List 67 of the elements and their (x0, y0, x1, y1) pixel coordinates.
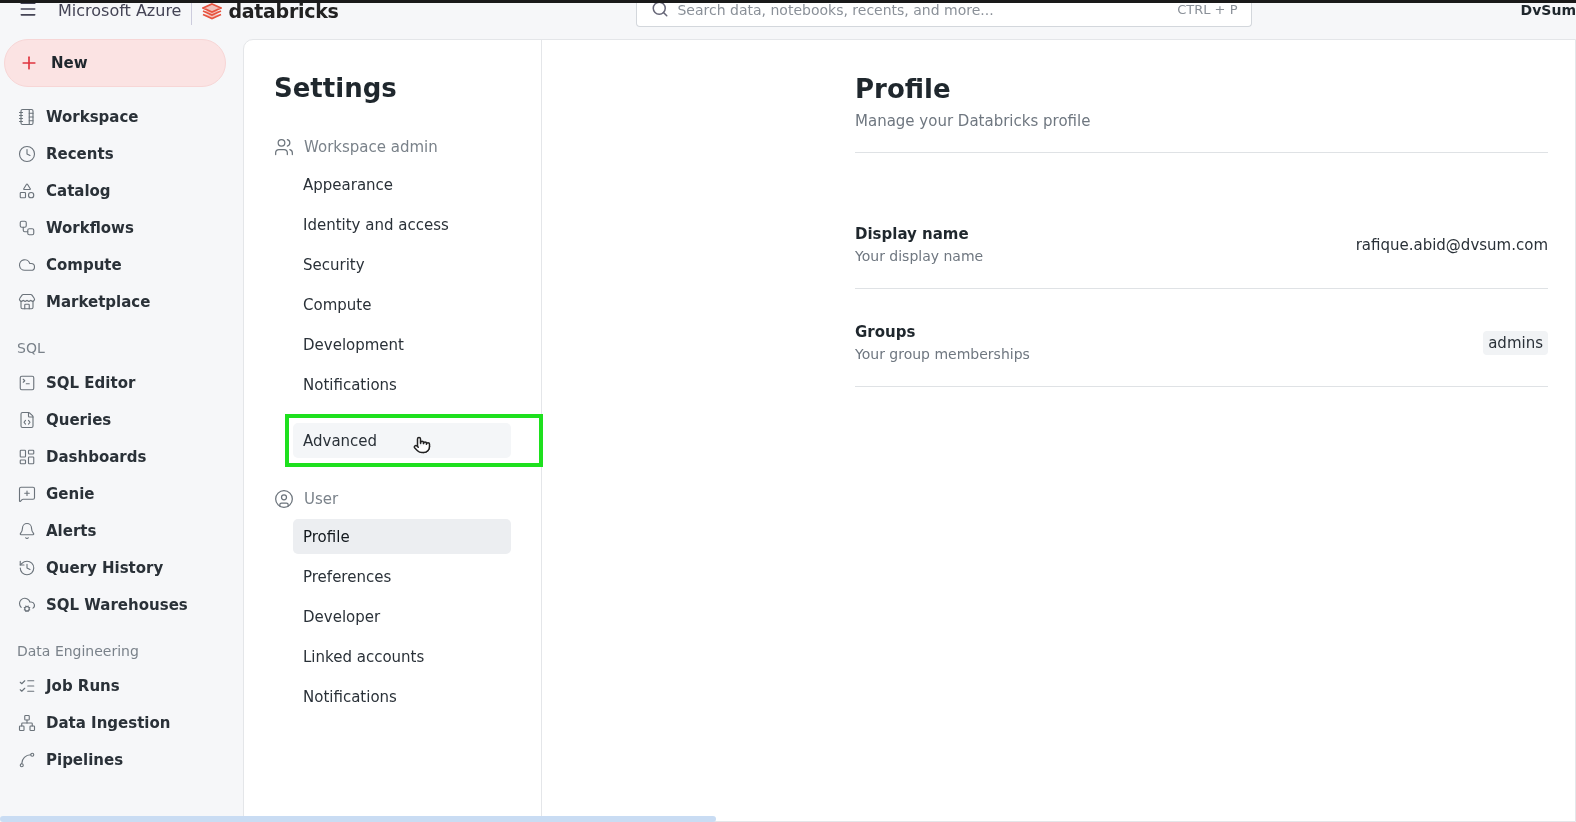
nav-item[interactable]: Compute (4, 246, 243, 283)
workflow-icon (18, 218, 36, 237)
nav-item[interactable]: Dashboards (4, 438, 243, 475)
message-plus-icon (18, 484, 36, 503)
nav-item[interactable]: Alerts (4, 512, 243, 549)
nav-item[interactable]: Workflows (4, 209, 243, 246)
settings-menu-item[interactable]: Notifications (293, 367, 511, 402)
network-icon (18, 713, 36, 732)
section-heading: Data Engineering (17, 643, 140, 659)
cloud-provider-label: Microsoft Azure (58, 3, 182, 19)
field-value: rafique.abid@dvsum.com (1355, 235, 1548, 254)
profile-subtitle: Manage your Databricks profile (855, 112, 1092, 130)
scrollbar[interactable] (0, 816, 716, 822)
workspace-name[interactable]: DvSum (1520, 3, 1576, 17)
settings-menu-item[interactable]: Security (293, 247, 511, 282)
cloud-gear-icon (18, 595, 36, 614)
nav-item[interactable]: Recents (4, 135, 243, 172)
nav-item[interactable]: Queries (4, 401, 243, 438)
brand-name: databricks (228, 3, 339, 19)
user-circle-icon (274, 489, 294, 509)
clock-icon (18, 144, 36, 163)
group-heading: User (304, 490, 339, 508)
menu-icon[interactable] (18, 3, 38, 19)
field-label: Groups (855, 323, 917, 341)
settings-menu-item[interactable]: Advanced (293, 423, 511, 458)
new-button[interactable]: New (4, 39, 226, 87)
search-icon (651, 3, 670, 18)
notebook-icon (18, 107, 36, 126)
settings-menu-item[interactable]: Compute (293, 287, 511, 322)
settings-menu-item[interactable]: Developer (293, 599, 511, 634)
bell-icon (18, 521, 36, 540)
nav-item[interactable]: Query History (4, 549, 243, 586)
group-tag: admins (1483, 330, 1548, 355)
field-label: Display name (855, 225, 970, 243)
settings-menu-item[interactable]: Identity and access (293, 207, 511, 242)
logo-icon (202, 3, 223, 21)
settings-title: Settings (274, 73, 398, 103)
nav-item[interactable]: SQL Editor (4, 364, 243, 401)
shapes-icon (18, 181, 36, 200)
shortcut-hint: CTRL + P (1177, 3, 1238, 17)
nav-item[interactable]: Genie (4, 475, 243, 512)
field-description: Your display name (855, 248, 984, 264)
nav-item[interactable]: Marketplace (4, 283, 243, 320)
dashboard-icon (18, 447, 36, 466)
settings-menu-item[interactable]: Development (293, 327, 511, 362)
profile-title: Profile (855, 74, 952, 104)
nav-item[interactable]: Catalog (4, 172, 243, 209)
spline-icon (18, 750, 36, 769)
settings-menu-item[interactable]: Notifications (293, 679, 511, 714)
store-icon (18, 292, 36, 311)
settings-menu-item[interactable]: Linked accounts (293, 639, 511, 674)
nav-item[interactable]: Data Ingestion (4, 704, 243, 741)
history-icon (18, 558, 36, 577)
settings-menu-item[interactable]: Profile (293, 519, 511, 554)
nav-item[interactable]: SQL Warehouses (4, 586, 243, 623)
nav-item[interactable]: Job Runs (4, 667, 243, 704)
people-icon (274, 137, 294, 157)
settings-menu-item[interactable]: Preferences (293, 559, 511, 594)
section-heading: SQL (17, 340, 46, 356)
field-description: Your group memberships (855, 346, 1030, 362)
nav-item[interactable]: Pipelines (4, 741, 243, 778)
settings-menu-item[interactable]: Appearance (293, 167, 511, 202)
file-code-icon (18, 410, 36, 429)
group-heading: Workspace admin (304, 138, 438, 156)
nav-item[interactable]: Workspace (4, 98, 243, 135)
hand-cursor-icon (413, 436, 431, 454)
terminal-icon (18, 373, 36, 392)
